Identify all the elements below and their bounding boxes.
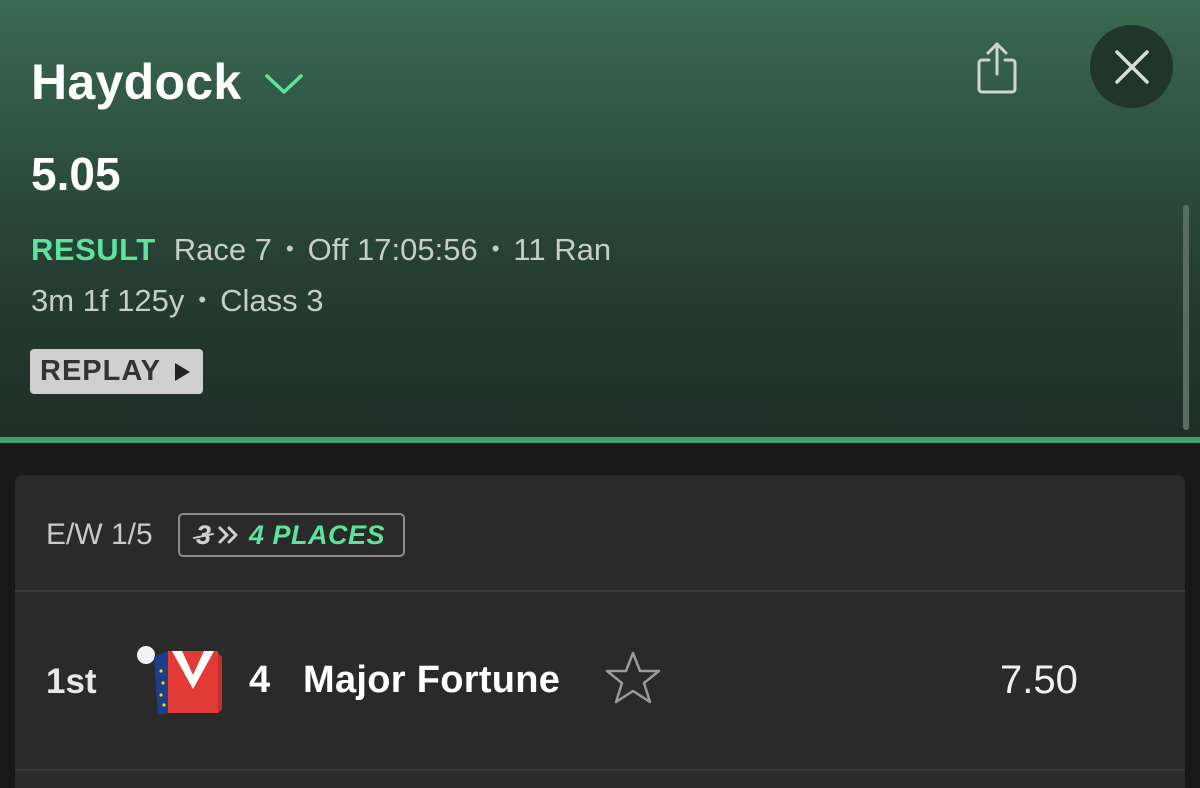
separator-dot: • (198, 287, 207, 312)
close-button[interactable] (1090, 25, 1173, 108)
each-way-terms: E/W 1/5 (46, 518, 153, 551)
star-outline-icon[interactable] (603, 649, 663, 709)
off-time: Off 17:05:56 (307, 232, 478, 267)
race-distance: 3m 1f 125y (31, 283, 185, 318)
share-icon[interactable] (972, 38, 1022, 98)
race-info-line: RESULT Race 7 • Off 17:05:56 • 11 Ran (31, 230, 611, 273)
race-time: 5.05 (31, 148, 121, 200)
result-row[interactable]: 1st 4 Major Fortune 7.50 (15, 594, 1185, 771)
header-divider (0, 437, 1200, 443)
results-card: E/W 1/5 3 4 PLACES 1st 4 Major Fortune 7… (15, 475, 1185, 788)
race-status: RESULT (31, 232, 156, 267)
jockey-silks-icon (137, 646, 222, 715)
race-header: Haydock 5.05 RESULT Race 7 • Off 17:05:56 • 1… (0, 0, 1200, 440)
play-icon (174, 362, 190, 381)
replay-label: REPLAY (40, 355, 161, 387)
close-icon (1114, 49, 1149, 84)
venue-name: Haydock (31, 54, 242, 110)
scrollbar[interactable] (1183, 205, 1189, 430)
replay-button[interactable]: REPLAY (30, 349, 203, 394)
separator-dot: • (285, 236, 294, 261)
venue-selector[interactable]: Haydock (31, 52, 304, 112)
horse-name[interactable]: Major Fortune (303, 658, 560, 702)
double-chevron-right-icon (218, 526, 238, 544)
separator-dot: • (491, 236, 500, 261)
old-places-count: 3 (196, 519, 212, 550)
runner-count: 11 Ran (513, 232, 612, 267)
runner-number: 4 (249, 659, 271, 701)
race-details-line: 3m 1f 125y • Class 3 (31, 281, 323, 324)
chevron-down-icon (264, 74, 303, 94)
each-way-terms-row: E/W 1/5 3 4 PLACES (15, 475, 1185, 592)
race-class: Class 3 (220, 283, 324, 318)
starting-price[interactable]: 7.50 (1000, 658, 1078, 702)
new-places-count: 4 PLACES (249, 519, 386, 550)
finish-position: 1st (46, 662, 97, 701)
race-number: Race 7 (173, 232, 272, 267)
extra-places-badge: 3 4 PLACES (178, 513, 405, 557)
